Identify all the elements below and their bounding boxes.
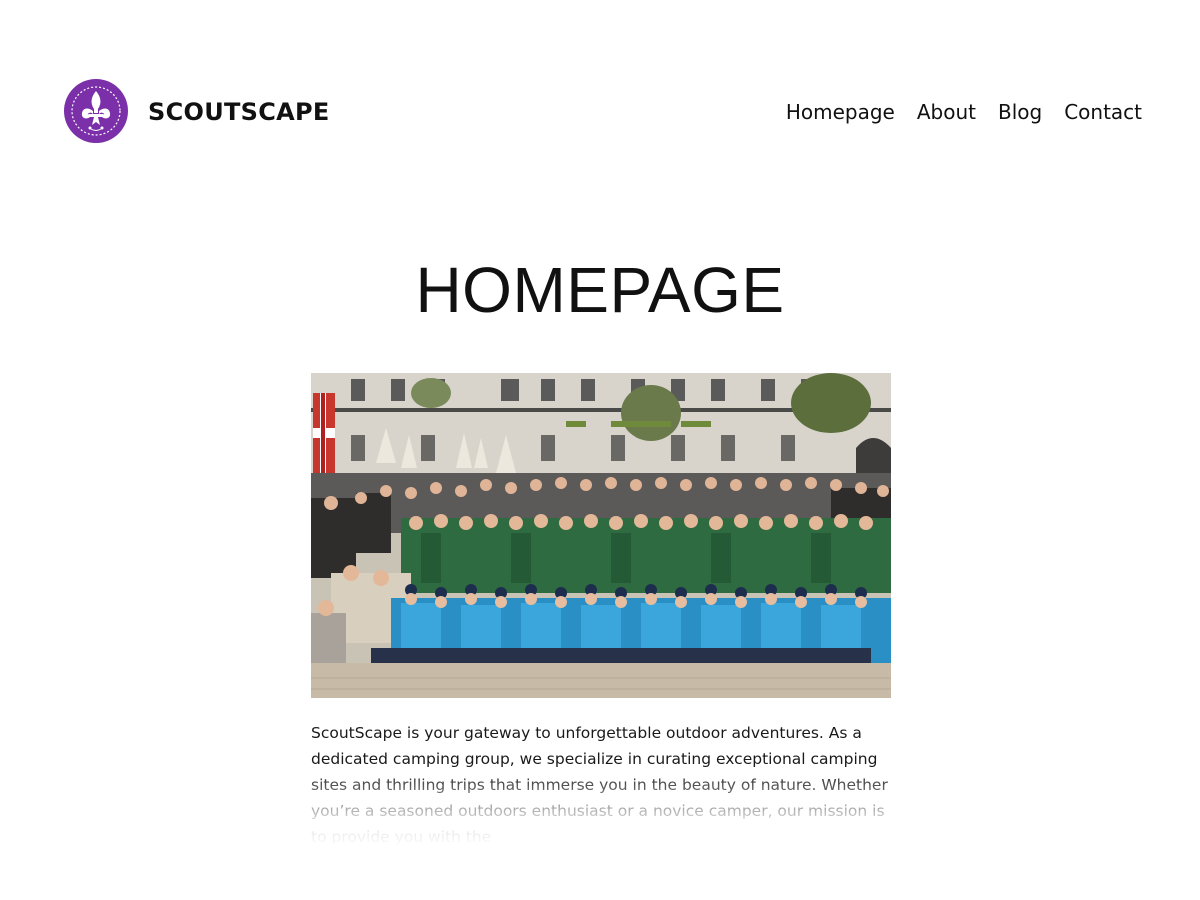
main-nav: Homepage About Blog Contact	[786, 98, 1142, 126]
site-logo[interactable]	[64, 79, 128, 143]
site-title[interactable]: SCOUTSCAPE	[148, 96, 330, 128]
intro-paragraph: ScoutScape is your gateway to unforgetta…	[311, 724, 888, 846]
fleur-de-lis-icon	[64, 79, 128, 143]
hero-image	[311, 373, 891, 698]
nav-item-about[interactable]: About	[917, 98, 976, 126]
scouts-group-photo	[311, 373, 891, 698]
nav-item-blog[interactable]: Blog	[998, 98, 1042, 126]
site-header: SCOUTSCAPE Homepage About Blog Contact	[0, 0, 1200, 220]
nav-item-homepage[interactable]: Homepage	[786, 98, 895, 126]
nav-item-contact[interactable]: Contact	[1064, 98, 1142, 126]
page-title: HOMEPAGE	[415, 254, 785, 326]
